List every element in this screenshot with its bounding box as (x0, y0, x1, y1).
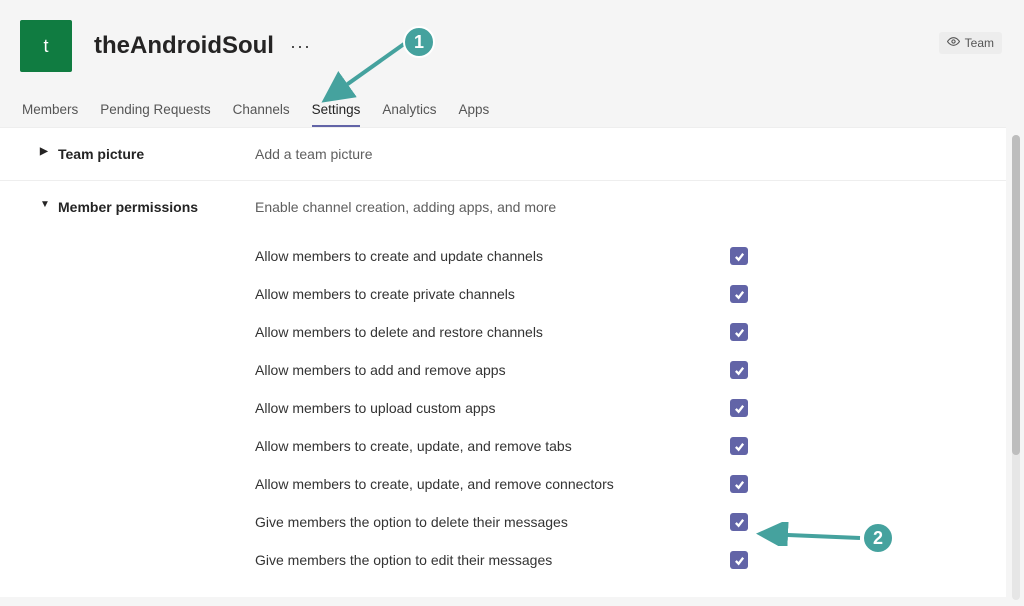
annotation-step-2: 2 (862, 522, 894, 554)
permission-row: Allow members to create private channels (255, 275, 976, 313)
permission-label: Allow members to delete and restore chan… (255, 324, 730, 340)
caret-down-icon: ▼ (40, 199, 48, 210)
permission-checkbox[interactable] (730, 437, 748, 455)
permission-checkbox[interactable] (730, 399, 748, 417)
caret-right-icon: ▶ (40, 146, 48, 157)
tab-members[interactable]: Members (22, 102, 78, 127)
section-member-permissions-header[interactable]: ▼ Member permissions (40, 199, 255, 579)
permission-label: Allow members to create and update chann… (255, 248, 730, 264)
permission-row: Allow members to create, update, and rem… (255, 427, 976, 465)
permission-row: Allow members to add and remove apps (255, 351, 976, 389)
section-member-permissions: ▼ Member permissions Enable channel crea… (0, 181, 1006, 597)
permission-label: Allow members to upload custom apps (255, 400, 730, 416)
tab-channels[interactable]: Channels (233, 102, 290, 127)
more-options-button[interactable]: ··· (284, 32, 317, 61)
section-team-picture[interactable]: ▶ Team picture Add a team picture (0, 128, 1006, 181)
eye-icon (947, 35, 960, 51)
section-title: Team picture (58, 146, 144, 162)
permission-row: Allow members to create and update chann… (255, 237, 976, 275)
scrollbar[interactable] (1012, 135, 1020, 600)
permission-label: Allow members to create private channels (255, 286, 730, 302)
tab-apps[interactable]: Apps (458, 102, 489, 127)
settings-content: ▶ Team picture Add a team picture ▼ Memb… (0, 127, 1006, 597)
team-badge-label: Team (965, 36, 994, 50)
permission-checkbox[interactable] (730, 361, 748, 379)
team-avatar: t (20, 20, 72, 72)
tab-pending-requests[interactable]: Pending Requests (100, 102, 210, 127)
team-privacy-badge[interactable]: Team (939, 32, 1002, 54)
permission-label: Allow members to add and remove apps (255, 362, 730, 378)
tabs-row: Members Pending Requests Channels Settin… (0, 72, 1024, 127)
permission-checkbox[interactable] (730, 475, 748, 493)
permission-checkbox[interactable] (730, 513, 748, 531)
section-title: Member permissions (58, 199, 198, 215)
team-header: t theAndroidSoul ··· Team (0, 0, 1024, 72)
section-description: Add a team picture (255, 146, 976, 162)
permission-label: Allow members to create, update, and rem… (255, 476, 730, 492)
permission-checkbox[interactable] (730, 323, 748, 341)
permission-checkbox[interactable] (730, 247, 748, 265)
team-title: theAndroidSoul (94, 32, 274, 60)
permission-label: Give members the option to edit their me… (255, 552, 730, 568)
permission-checkbox[interactable] (730, 285, 748, 303)
permission-row: Allow members to delete and restore chan… (255, 313, 976, 351)
permission-label: Give members the option to delete their … (255, 514, 730, 530)
tab-analytics[interactable]: Analytics (382, 102, 436, 127)
permission-row: Allow members to upload custom apps (255, 389, 976, 427)
permission-checkbox[interactable] (730, 551, 748, 569)
tab-settings[interactable]: Settings (312, 102, 361, 127)
permission-label: Allow members to create, update, and rem… (255, 438, 730, 454)
section-description: Enable channel creation, adding apps, an… (255, 199, 976, 215)
scrollbar-thumb[interactable] (1012, 135, 1020, 455)
annotation-step-1: 1 (403, 26, 435, 58)
permission-row: Allow members to create, update, and rem… (255, 465, 976, 503)
